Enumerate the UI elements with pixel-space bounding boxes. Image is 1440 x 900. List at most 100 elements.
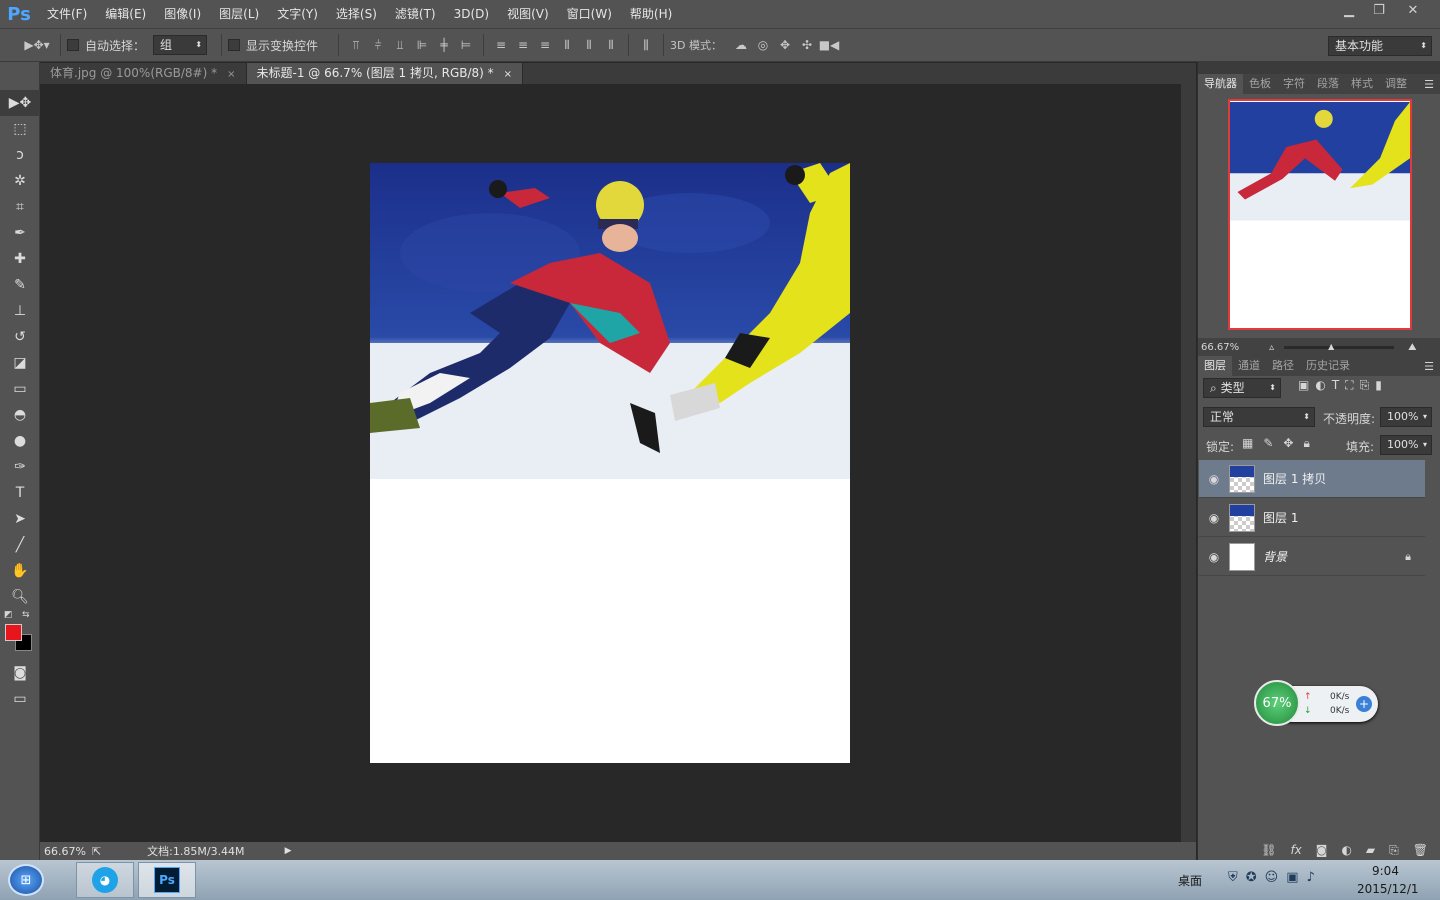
tab-sports-jpg[interactable]: 体育.jpg @ 100%(RGB/8#) * × bbox=[40, 63, 247, 84]
menu-type[interactable]: 文字(Y) bbox=[268, 0, 327, 28]
auto-select-dropdown[interactable]: 组 ⬍ bbox=[153, 35, 208, 55]
taskbar-app-browser[interactable]: ◕ bbox=[76, 862, 134, 898]
export-icon[interactable]: ⇱ bbox=[92, 845, 101, 858]
magic-wand-tool-icon[interactable]: ✲ bbox=[0, 168, 40, 194]
pixel-filter-icon[interactable]: ▣ bbox=[1298, 378, 1309, 393]
type-tool-icon[interactable]: T bbox=[0, 480, 40, 506]
visibility-eye-icon[interactable]: ◉ bbox=[1199, 472, 1229, 486]
distribute-right-icon[interactable]: ⫴ bbox=[600, 34, 622, 56]
auto-select-checkbox[interactable] bbox=[67, 39, 79, 51]
navigator-preview[interactable] bbox=[1228, 99, 1412, 330]
show-transform-checkbox[interactable] bbox=[228, 39, 241, 51]
taskbar-app-photoshop[interactable]: Ps bbox=[138, 862, 196, 898]
status-zoom[interactable]: 66.67% bbox=[44, 845, 86, 858]
fill-input[interactable]: 100% ▾ bbox=[1380, 435, 1432, 455]
lock-position-icon[interactable]: ✥ bbox=[1283, 436, 1293, 451]
marquee-tool-icon[interactable]: ⬚ bbox=[0, 116, 40, 142]
slide-3d-icon[interactable]: ✣ bbox=[796, 34, 818, 56]
eraser-tool-icon[interactable]: ◪ bbox=[0, 350, 40, 376]
menu-window[interactable]: 窗口(W) bbox=[558, 0, 621, 28]
panel-menu-icon[interactable]: ☰ bbox=[1424, 78, 1440, 91]
menu-help[interactable]: 帮助(H) bbox=[621, 0, 681, 28]
layer-row-1[interactable]: ◉ 图层 1 bbox=[1199, 499, 1425, 537]
minimize-icon[interactable]: ▁ bbox=[1334, 0, 1364, 20]
lasso-tool-icon[interactable]: ↄ bbox=[0, 142, 40, 168]
tab-paragraph[interactable]: 段落 bbox=[1311, 74, 1345, 94]
crop-tool-icon[interactable]: ⌗ bbox=[0, 194, 40, 220]
trash-icon[interactable]: 🗑︎ bbox=[1413, 843, 1428, 857]
link-layers-icon[interactable]: ⛓ bbox=[1261, 843, 1276, 857]
opacity-input[interactable]: 100% ▾ bbox=[1380, 407, 1432, 427]
vertical-scrollbar[interactable] bbox=[1181, 84, 1196, 842]
pen-tool-icon[interactable]: ✑ bbox=[0, 454, 40, 480]
menu-layer[interactable]: 图层(L) bbox=[210, 0, 268, 28]
filter-toggle-icon[interactable]: ▮ bbox=[1375, 378, 1382, 393]
tab-styles[interactable]: 样式 bbox=[1345, 74, 1379, 94]
lock-transparency-icon[interactable]: ▦ bbox=[1242, 436, 1253, 451]
auto-align-icon[interactable]: ⫼ bbox=[635, 34, 657, 56]
lock-all-icon[interactable]: 🔒︎ bbox=[1303, 436, 1309, 451]
menu-filter[interactable]: 滤镜(T) bbox=[386, 0, 445, 28]
desktop-toolbar-label[interactable]: 桌面 bbox=[1178, 872, 1202, 889]
distribute-vcenter-icon[interactable]: ≡ bbox=[512, 34, 534, 56]
drag-3d-icon[interactable]: ✥ bbox=[774, 34, 796, 56]
zoom-in-icon[interactable]: ⛰ bbox=[1408, 342, 1416, 353]
default-colors-icon[interactable]: ◩ bbox=[4, 610, 13, 620]
zoom-tool-icon[interactable]: 🔍︎ bbox=[0, 584, 40, 610]
tab-adjustments[interactable]: 调整 bbox=[1379, 74, 1413, 94]
lock-pixels-icon[interactable]: ✎ bbox=[1263, 436, 1273, 451]
menu-3d[interactable]: 3D(D) bbox=[445, 0, 498, 28]
blend-mode-dropdown[interactable]: 正常 ⬍ bbox=[1203, 407, 1315, 427]
adjustment-filter-icon[interactable]: ◐ bbox=[1315, 378, 1325, 393]
visibility-eye-icon[interactable]: ◉ bbox=[1199, 550, 1229, 564]
tab-untitled-1[interactable]: 未标题-1 @ 66.7% (图层 1 拷贝, RGB/8) * × bbox=[246, 63, 524, 84]
shape-filter-icon[interactable]: ⛶ bbox=[1345, 378, 1353, 393]
close-icon[interactable]: × bbox=[227, 69, 235, 80]
smart-object-filter-icon[interactable]: ⎘ bbox=[1360, 378, 1370, 393]
align-right-icon[interactable]: ⊨ bbox=[455, 34, 477, 56]
layer-filter-dropdown[interactable]: ⌕ 类型 ⬍ bbox=[1203, 378, 1281, 398]
quick-mask-icon[interactable]: ◙ bbox=[0, 660, 40, 686]
layer-row-copy[interactable]: ◉ 图层 1 拷贝 bbox=[1199, 460, 1425, 498]
qq-icon[interactable]: ☺ bbox=[1265, 870, 1279, 885]
roll-3d-icon[interactable]: ◎ bbox=[752, 34, 774, 56]
layer-name[interactable]: 背景 bbox=[1263, 548, 1287, 565]
brush-tool-icon[interactable]: ✎ bbox=[0, 272, 40, 298]
eyedropper-tool-icon[interactable]: ✒ bbox=[0, 220, 40, 246]
hand-tool-icon[interactable]: ✋ bbox=[0, 558, 40, 584]
align-vcenter-icon[interactable]: ⫩ bbox=[367, 34, 389, 56]
align-left-icon[interactable]: ⊫ bbox=[411, 34, 433, 56]
visibility-eye-icon[interactable]: ◉ bbox=[1199, 511, 1229, 525]
history-brush-tool-icon[interactable]: ↺ bbox=[0, 324, 40, 350]
tab-navigator[interactable]: 导航器 bbox=[1198, 74, 1243, 94]
layer-name[interactable]: 图层 1 拷贝 bbox=[1263, 470, 1326, 487]
shield-icon[interactable]: ⛨ bbox=[1228, 870, 1238, 885]
tab-channels[interactable]: 通道 bbox=[1232, 356, 1266, 376]
workspace-dropdown[interactable]: 基本功能 ⬍ bbox=[1328, 36, 1432, 56]
tab-swatches[interactable]: 色板 bbox=[1243, 74, 1277, 94]
volume-icon[interactable]: ♪ bbox=[1307, 870, 1315, 885]
restore-icon[interactable]: ❐ bbox=[1364, 0, 1394, 20]
distribute-left-icon[interactable]: ⫴ bbox=[556, 34, 578, 56]
start-button[interactable]: ⊞ bbox=[8, 864, 44, 896]
clone-stamp-tool-icon[interactable]: ⊥ bbox=[0, 298, 40, 324]
menu-image[interactable]: 图像(I) bbox=[155, 0, 210, 28]
security-icon[interactable]: ✪ bbox=[1246, 870, 1257, 885]
align-hcenter-icon[interactable]: ╪ bbox=[433, 34, 455, 56]
distribute-hcenter-icon[interactable]: ⫴ bbox=[578, 34, 600, 56]
blur-tool-icon[interactable]: ◓ bbox=[0, 402, 40, 428]
scale-3d-icon[interactable]: ■◀ bbox=[818, 34, 840, 56]
dodge-tool-icon[interactable]: ● bbox=[0, 428, 40, 454]
clock-time[interactable]: 9:04 bbox=[1372, 864, 1399, 878]
close-icon[interactable]: × bbox=[504, 69, 512, 80]
layer-name[interactable]: 图层 1 bbox=[1263, 509, 1298, 526]
status-menu-arrow-icon[interactable]: ▶ bbox=[285, 846, 292, 856]
distribute-top-icon[interactable]: ≡ bbox=[490, 34, 512, 56]
swap-colors-icon[interactable]: ⇆ bbox=[22, 610, 30, 620]
navigator-zoom-value[interactable]: 66.67% bbox=[1201, 342, 1239, 353]
gradient-tool-icon[interactable]: ▭ bbox=[0, 376, 40, 402]
add-mask-icon[interactable]: ◙ bbox=[1316, 843, 1328, 857]
menu-view[interactable]: 视图(V) bbox=[498, 0, 558, 28]
network-icon[interactable]: ▣ bbox=[1286, 870, 1298, 885]
tab-paths[interactable]: 路径 bbox=[1266, 356, 1300, 376]
